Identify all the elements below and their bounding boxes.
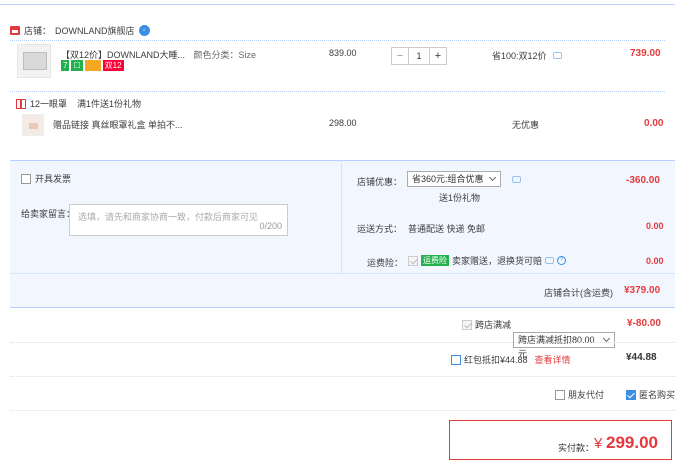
product-discount: 省100:双12价 <box>492 49 563 62</box>
gift-icon <box>16 98 26 109</box>
quantity-plus-button[interactable]: + <box>429 47 447 65</box>
gift-discount: 无优惠 <box>512 120 540 130</box>
red-packet-amount: ¥44.88 <box>626 352 657 363</box>
insurance-tag: 运费险 <box>421 255 449 266</box>
row-divider <box>10 91 665 92</box>
message-placeholder: 选填，请先和商家协商一致，付款后商家可见 <box>78 212 259 222</box>
shop-discount-note: 送1份礼物 <box>439 193 481 203</box>
gift-label: 12一眼罩 <box>30 99 68 109</box>
insurance-checkbox[interactable] <box>408 255 418 266</box>
divider-2 <box>10 376 675 377</box>
insurance-help-icon[interactable]: ? <box>557 256 567 265</box>
table-header-strip <box>0 0 675 5</box>
gift-desc: 满1件送1份礼物 <box>77 99 142 109</box>
shop-discount-selected: 省360元:组合优惠 <box>412 174 484 184</box>
insurance-chat-icon[interactable] <box>545 257 555 264</box>
gift-title-link[interactable]: 赠品链接 真丝眼罩礼盒 单拍不... <box>53 118 183 131</box>
shop-label: 店铺： <box>24 25 52 36</box>
payment-amount: 299.00 <box>606 433 658 452</box>
panel-divider <box>341 160 342 273</box>
tag-double12: 双12 <box>102 60 124 72</box>
product-subtotal: 739.00 <box>630 48 661 59</box>
shop-discount-label: 店铺优惠： <box>357 177 403 187</box>
message-label: 给卖家留言： <box>21 209 76 219</box>
cross-store-amount: ¥-80.00 <box>627 318 661 329</box>
quantity-minus-button[interactable]: − <box>391 47 409 65</box>
panel-inner-divider <box>10 273 675 274</box>
quantity-input[interactable]: 1 <box>409 47 429 65</box>
shop-total-amount: ¥379.00 <box>624 285 661 296</box>
red-packet-details-link[interactable]: 查看详情 <box>535 353 571 366</box>
product-tags: 7 ☐ 双12 <box>61 60 126 72</box>
shop-discount-select[interactable]: 省360元:组合优惠 <box>407 171 501 187</box>
invoice-label: 开具发票 <box>35 174 72 184</box>
friend-pay-label: 朋友代付 <box>568 390 605 400</box>
red-packet-option: 红包抵扣¥44.88 查看详情 <box>451 353 571 366</box>
divider-3 <box>10 410 675 411</box>
discount-info-icon[interactable] <box>553 52 563 59</box>
shop-discount-info-icon[interactable] <box>512 176 521 183</box>
cross-store-label: 跨店满减 <box>475 320 512 330</box>
chat-wangwang-icon[interactable]: ◦ <box>138 24 150 36</box>
message-textarea[interactable]: 选填，请先和商家协商一致，付款后商家可见 0/200 <box>69 204 288 236</box>
cross-store-select[interactable]: 跨店满减抵扣80.00元 <box>513 332 615 359</box>
anonymous-checkbox[interactable] <box>626 389 636 400</box>
anonymous-label: 匿名购买 <box>639 390 675 400</box>
message-counter: 0/200 <box>259 221 282 231</box>
shop-discount-amount: -360.00 <box>626 175 660 186</box>
product-image[interactable] <box>17 44 51 78</box>
payment-label: 实付款： <box>558 443 595 453</box>
insurance-option: 运费险 卖家赠送，退换货可赔 ? <box>408 254 567 267</box>
red-packet-checkbox[interactable] <box>451 354 461 365</box>
shop-name-link[interactable]: DOWNLAND旗舰店 <box>55 24 135 37</box>
invoice-checkbox[interactable] <box>21 173 31 184</box>
shop-row: 店铺： DOWNLAND旗舰店 ◦ <box>10 22 150 38</box>
tag-7day: 7 <box>61 60 70 72</box>
insurance-amount: 0.00 <box>646 256 664 266</box>
gift-image[interactable] <box>22 114 44 136</box>
tag-shield-icon: ☐ <box>71 60 83 72</box>
gift-header: 12一眼罩 满1件送1份礼物 <box>16 97 141 110</box>
shop-divider <box>10 40 665 41</box>
shop-icon <box>10 25 20 35</box>
invoice-option: 开具发票 <box>21 172 71 185</box>
insurance-label: 运费险： <box>367 258 404 268</box>
friend-pay-checkbox[interactable] <box>555 389 565 400</box>
anonymous-option: 匿名购买 <box>626 388 675 401</box>
cross-store-checkbox[interactable] <box>462 319 472 330</box>
red-packet-label: 红包抵扣¥44.88 <box>464 355 528 365</box>
delivery-amount: 0.00 <box>646 221 664 231</box>
cross-store-option: 跨店满减 <box>462 318 511 331</box>
friend-pay-option: 朋友代付 <box>555 388 604 401</box>
product-title-link[interactable]: 【双12价】DOWNLAND大睡... <box>61 50 185 60</box>
payment-summary-box: 实付款： ¥ 299.00 <box>449 420 672 460</box>
product-unit-price: 839.00 <box>329 48 357 58</box>
product-discount-text: 省100:双12价 <box>492 51 547 61</box>
payment-currency: ¥ <box>594 435 603 452</box>
quantity-stepper: − 1 + <box>391 47 447 65</box>
delivery-value: 普通配送 快递 免邮 <box>408 224 486 234</box>
shop-total-label: 店铺合计(含运费) <box>544 288 613 298</box>
delivery-label: 运送方式： <box>357 224 403 234</box>
insurance-text: 卖家赠送，退换货可赔 <box>452 256 543 266</box>
gift-subtotal: 0.00 <box>644 118 664 129</box>
divider-1 <box>10 342 675 343</box>
gift-unit-price: 298.00 <box>329 118 357 128</box>
tag-card-icon <box>84 60 101 72</box>
